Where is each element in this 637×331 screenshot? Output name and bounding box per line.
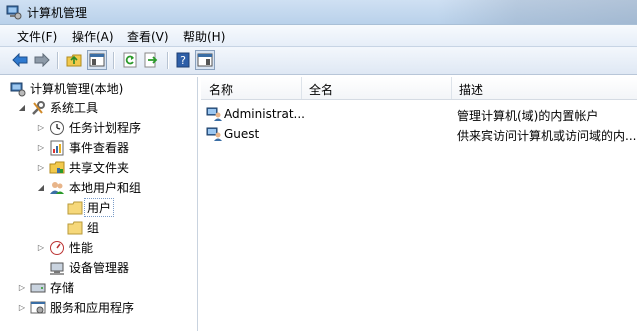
menu-help[interactable]: 帮助(H): [180, 28, 228, 45]
tree-item-shared-folders[interactable]: ▷ 共享文件夹: [36, 158, 129, 177]
forward-button[interactable]: [32, 50, 52, 70]
menu-file[interactable]: 文件(F): [14, 28, 60, 45]
clock-icon: [49, 120, 65, 136]
tree-item-system-tools[interactable]: ◢ 系统工具: [17, 98, 98, 117]
list-item[interactable]: Guest 供来宾访问计算机或访问域的内...: [201, 124, 637, 144]
collapsed-arrow-icon[interactable]: ▷: [36, 163, 46, 172]
column-divider[interactable]: [301, 77, 302, 99]
folder-icon: [67, 200, 83, 216]
window-title: 计算机管理: [27, 6, 88, 20]
user-icon: [206, 107, 222, 121]
collapsed-arrow-icon[interactable]: ▷: [36, 243, 46, 252]
collapsed-arrow-icon[interactable]: ▷: [36, 143, 46, 152]
back-icon: [12, 53, 28, 67]
computer-management-icon: [10, 81, 26, 97]
tree-label: 系统工具: [50, 101, 99, 115]
user-description: 管理计算机(域)的内置帐户: [457, 109, 599, 123]
menu-bar: 文件(F) 操作(A) 查看(V) 帮助(H): [0, 25, 637, 47]
tree-label: 本地用户和组: [69, 181, 142, 195]
user-description: 供来宾访问计算机或访问域的内...: [457, 129, 637, 143]
svg-text:?: ?: [180, 54, 186, 67]
folder-icon: [67, 220, 83, 236]
tree-label: 计算机管理(本地): [30, 82, 124, 96]
help-icon: ?: [176, 52, 190, 68]
column-divider[interactable]: [451, 77, 452, 99]
tools-icon: [30, 100, 46, 116]
tree-item-local-users-groups[interactable]: ◢ 本地用户和组: [36, 178, 141, 197]
menu-view[interactable]: 查看(V): [124, 28, 172, 45]
tree-item-users[interactable]: 用户: [67, 198, 115, 217]
toolbar: ?: [0, 47, 637, 75]
title-bar: 计算机管理: [0, 0, 637, 25]
user-icon: [206, 127, 222, 141]
shared-folder-icon: [49, 160, 65, 176]
tree-item-computer-management[interactable]: 计算机管理(本地): [10, 79, 123, 98]
tree-label: 组: [87, 221, 100, 235]
tree-item-device-manager[interactable]: 设备管理器: [49, 258, 129, 277]
tree-label: 存储: [50, 281, 75, 295]
services-icon: [30, 300, 46, 316]
tree-item-groups[interactable]: 组: [67, 218, 99, 237]
user-list-pane: 名称 全名 描述 Administrat... 管理计算机(域)的内置帐户 Gu…: [201, 77, 637, 331]
expanded-arrow-icon[interactable]: ◢: [36, 183, 46, 192]
collapsed-arrow-icon[interactable]: ▷: [36, 123, 46, 132]
collapsed-arrow-icon[interactable]: ▷: [17, 283, 27, 292]
title-bar-blur: [437, 0, 637, 24]
column-header-full-name[interactable]: 全名: [309, 81, 333, 98]
performance-icon: [49, 240, 65, 256]
tree-label: 共享文件夹: [69, 161, 130, 175]
computer-management-icon: [6, 5, 22, 20]
tree-label: 事件查看器: [69, 141, 130, 155]
event-viewer-icon: [49, 140, 65, 156]
export-list-button[interactable]: [142, 50, 162, 70]
list-item[interactable]: Administrat... 管理计算机(域)的内置帐户: [201, 104, 637, 124]
refresh-button[interactable]: [120, 50, 140, 70]
menu-action[interactable]: 操作(A): [69, 28, 117, 45]
expanded-arrow-icon[interactable]: ◢: [17, 103, 27, 112]
up-one-level-button[interactable]: [64, 50, 84, 70]
tree-item-event-viewer[interactable]: ▷ 事件查看器: [36, 138, 129, 157]
toolbar-separator: [167, 52, 169, 69]
back-button[interactable]: [10, 50, 30, 70]
user-name: Guest: [224, 127, 260, 141]
user-name: Administrat...: [224, 107, 305, 121]
column-header-name[interactable]: 名称: [209, 81, 233, 98]
show-hide-tree-button[interactable]: [87, 50, 107, 70]
toolbar-separator: [113, 52, 115, 69]
navigation-tree: 计算机管理(本地) ◢ 系统工具 ▷ 任务计划程序 ▷ 事件查看器 ▷ 共享文件…: [4, 77, 198, 331]
tree-label: 服务和应用程序: [50, 301, 135, 315]
export-icon: [144, 52, 158, 68]
storage-icon: [30, 280, 46, 296]
list-header: 名称 全名 描述: [201, 77, 637, 100]
tree-item-storage[interactable]: ▷ 存储: [17, 278, 74, 297]
show-action-pane-icon: [197, 53, 213, 67]
collapsed-arrow-icon[interactable]: ▷: [17, 303, 27, 312]
help-button[interactable]: ?: [173, 50, 193, 70]
refresh-icon: [123, 52, 137, 68]
up-folder-icon: [66, 54, 82, 67]
tree-label: 用户: [84, 198, 115, 217]
tree-label: 设备管理器: [69, 261, 130, 275]
tree-item-task-scheduler[interactable]: ▷ 任务计划程序: [36, 118, 141, 137]
toolbar-separator: [57, 52, 59, 69]
column-header-description[interactable]: 描述: [459, 81, 483, 98]
tree-item-performance[interactable]: ▷ 性能: [36, 238, 93, 257]
show-tree-icon: [89, 53, 105, 67]
device-manager-icon: [49, 260, 65, 276]
tree-item-services-apps[interactable]: ▷ 服务和应用程序: [17, 298, 134, 317]
show-hide-action-pane-button[interactable]: [195, 50, 215, 70]
tree-label: 任务计划程序: [69, 121, 142, 135]
users-group-icon: [49, 180, 65, 196]
tree-label: 性能: [69, 241, 94, 255]
forward-icon: [34, 53, 50, 67]
